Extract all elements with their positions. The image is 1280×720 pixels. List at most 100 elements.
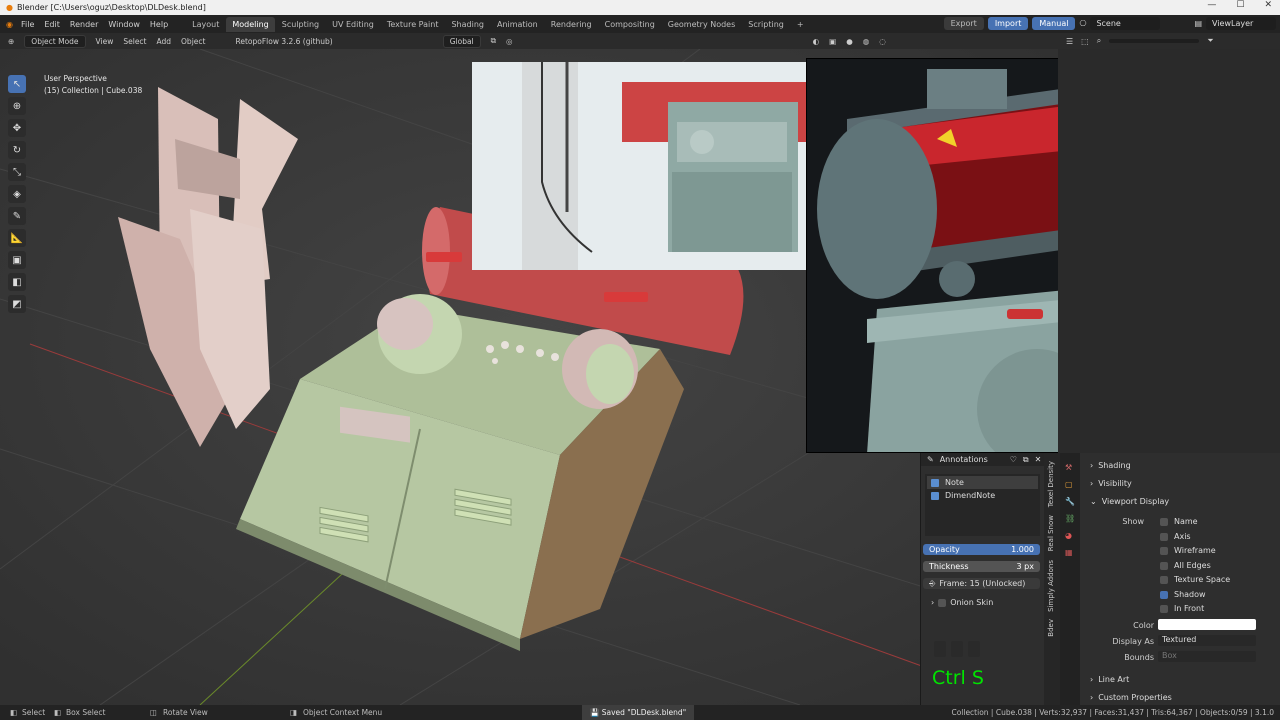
editor-type-icon[interactable]: ⊕ (8, 37, 14, 46)
color-swatch[interactable] (1158, 619, 1256, 630)
select-box-tool-icon[interactable]: ↖ (8, 75, 26, 93)
menu-help[interactable]: Help (150, 20, 168, 29)
visibility-section[interactable]: › Visibility (1090, 479, 1132, 488)
tab-real-snow[interactable]: Real Snow (1047, 515, 1055, 551)
tab-uv-editing[interactable]: UV Editing (326, 17, 380, 32)
shading-material-icon[interactable]: ◍ (863, 37, 870, 46)
proportional-edit-icon[interactable]: ◎ (506, 37, 513, 46)
wireframe-checkbox[interactable] (1160, 546, 1168, 555)
thickness-slider[interactable]: Thickness 3 px (923, 561, 1040, 572)
annotate-tool-icon[interactable]: ✎ (8, 207, 26, 225)
close-icon[interactable]: ✕ (1264, 0, 1272, 10)
list-item[interactable]: Note (927, 476, 1038, 489)
scene-selector[interactable]: Scene (1090, 17, 1161, 30)
object-menu[interactable]: Object (181, 37, 205, 46)
extra-tool-icon[interactable]: ◩ (8, 295, 26, 313)
tab-layout[interactable]: Layout (186, 17, 225, 32)
overlay-icon[interactable]: ◐ (813, 37, 820, 46)
add-menu[interactable]: Add (157, 37, 172, 46)
frame-field[interactable]: ⎆ Frame: 15 (Unlocked) (923, 578, 1040, 589)
export-button[interactable]: Export (943, 17, 984, 30)
menu-render[interactable]: Render (70, 20, 98, 29)
tab-animation[interactable]: Animation (491, 17, 544, 32)
outliner-search-icon[interactable]: ⌕ (1097, 36, 1101, 46)
tab-texel-density[interactable]: Texel Density (1047, 461, 1055, 507)
name-checkbox-row[interactable]: Name (1160, 517, 1198, 526)
scale-tool-icon[interactable]: ⤡ (8, 163, 26, 181)
blender-menu-icon[interactable]: ◉ (6, 20, 13, 29)
list-item[interactable]: DimendNote (927, 489, 1038, 502)
cursor-tool-icon[interactable]: ⊕ (8, 97, 26, 115)
in-front-checkbox[interactable] (1160, 604, 1168, 613)
xray-icon[interactable]: ▣ (829, 37, 836, 46)
measure-tool-icon[interactable]: 📐 (8, 229, 26, 247)
tab-geometry-nodes[interactable]: Geometry Nodes (662, 17, 741, 32)
manual-button[interactable]: Manual (1032, 17, 1076, 30)
opacity-slider[interactable]: Opacity 1.000 (923, 544, 1040, 555)
select-menu[interactable]: Select (123, 37, 146, 46)
onion-skin-checkbox[interactable] (938, 598, 947, 607)
texture-props-icon[interactable]: ▦ (1065, 548, 1080, 557)
fake-user-icon[interactable]: ♡ (1010, 455, 1017, 464)
onion-skin-row[interactable]: › Onion Skin (931, 598, 1040, 607)
tab-texture-paint[interactable]: Texture Paint (381, 17, 445, 32)
addon-menu[interactable]: RetopoFlow 3.2.6 (github) (235, 37, 332, 46)
all-edges-checkbox[interactable] (1160, 561, 1168, 570)
rotate-tool-icon[interactable]: ↻ (8, 141, 26, 159)
add-workspace-icon[interactable]: + (791, 17, 810, 32)
shadow-checkbox-row[interactable]: Shadow (1160, 590, 1206, 599)
shading-solid-icon[interactable]: ● (846, 37, 853, 46)
tab-simply-addons[interactable]: Simply Addons (1047, 560, 1055, 612)
axis-checkbox-row[interactable]: Axis (1160, 532, 1191, 541)
outliner-panel[interactable]: ☰ ⬚ ⌕ ⏷ (1058, 33, 1280, 453)
modifier-props-icon[interactable]: 🔧 (1065, 497, 1080, 506)
texture-space-checkbox[interactable] (1160, 575, 1168, 584)
name-checkbox[interactable] (1160, 517, 1168, 526)
import-button[interactable]: Import (987, 17, 1029, 30)
transform-tool-icon[interactable]: ◈ (8, 185, 26, 203)
menu-edit[interactable]: Edit (44, 20, 60, 29)
expand-arrow-icon[interactable]: › (931, 598, 934, 607)
tool-props-icon[interactable]: ⚒ (1065, 463, 1080, 472)
tab-modeling[interactable]: Modeling (226, 16, 275, 32)
axis-checkbox[interactable] (1160, 532, 1168, 541)
bounds-dropdown[interactable]: Box (1158, 651, 1256, 662)
view-menu[interactable]: View (96, 37, 114, 46)
tab-rendering[interactable]: Rendering (545, 17, 598, 32)
line-art-section[interactable]: › Line Art (1090, 675, 1129, 684)
tab-shading[interactable]: Shading (445, 17, 490, 32)
unlink-icon[interactable]: ✕ (1035, 455, 1042, 464)
viewlayer-selector[interactable]: ViewLayer (1206, 17, 1276, 30)
filter-icon[interactable]: ⏷ (1207, 36, 1213, 46)
retopo-tool-icon[interactable]: ◧ (8, 273, 26, 291)
reference-image-back[interactable] (472, 62, 806, 270)
minimize-icon[interactable]: — (1207, 0, 1216, 10)
tab-sculpting[interactable]: Sculpting (276, 17, 325, 32)
wireframe-checkbox-row[interactable]: Wireframe (1160, 546, 1216, 555)
texture-space-checkbox-row[interactable]: Texture Space (1160, 575, 1230, 584)
in-front-checkbox-row[interactable]: In Front (1160, 604, 1204, 613)
viewport-display-section[interactable]: ⌄ Viewport Display (1090, 497, 1169, 506)
tab-bdev[interactable]: Bdev (1047, 619, 1055, 637)
tab-scripting[interactable]: Scripting (742, 17, 790, 32)
duplicate-icon[interactable]: ⧉ (1023, 455, 1029, 465)
outliner-editor-icon[interactable]: ☰ (1066, 37, 1073, 46)
add-cube-tool-icon[interactable]: ▣ (8, 251, 26, 269)
move-tool-icon[interactable]: ✥ (8, 119, 26, 137)
menu-file[interactable]: File (21, 20, 34, 29)
object-props-icon[interactable]: ▢ (1065, 480, 1080, 489)
shading-rendered-icon[interactable]: ◌ (879, 37, 886, 46)
custom-properties-section[interactable]: › Custom Properties (1090, 693, 1172, 702)
shadow-checkbox[interactable] (1160, 590, 1168, 599)
snap-icon[interactable]: ⧉ (491, 36, 496, 46)
all-edges-checkbox-row[interactable]: All Edges (1160, 561, 1211, 570)
outliner-search-input[interactable] (1109, 39, 1200, 43)
mode-selector[interactable]: Object Mode (24, 34, 86, 48)
display-as-dropdown[interactable]: Textured (1158, 635, 1256, 646)
maximize-icon[interactable]: ☐ (1236, 0, 1244, 10)
shading-section[interactable]: › Shading (1090, 461, 1131, 470)
menu-window[interactable]: Window (108, 20, 140, 29)
tab-compositing[interactable]: Compositing (599, 17, 661, 32)
display-mode-icon[interactable]: ⬚ (1081, 37, 1089, 46)
material-props-icon[interactable]: ◕ (1065, 531, 1080, 540)
